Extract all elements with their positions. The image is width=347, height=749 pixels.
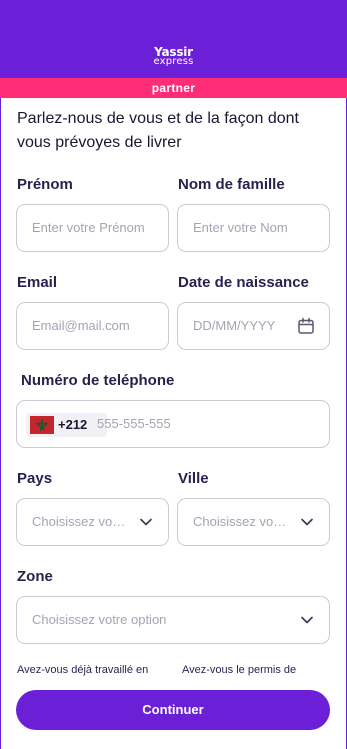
phone-label: Numéro de teléphone (21, 372, 175, 389)
logo: Yassir express (0, 46, 347, 67)
first-name-label: Prénom (17, 176, 73, 193)
left-border (0, 98, 1, 749)
first-name-field[interactable]: Enter votre Prénom (16, 204, 169, 252)
zone-placeholder: Choisissez votre option (32, 612, 167, 627)
morocco-flag-icon (30, 416, 54, 434)
phone-field[interactable]: +212 555-555-555 (16, 400, 330, 448)
birthdate-field[interactable]: DD/MM/YYYY (177, 302, 330, 350)
partner-banner: partner (0, 78, 347, 98)
header: Yassir express (0, 0, 347, 78)
phone-placeholder: 555-555-555 (97, 416, 171, 431)
city-placeholder: Choisissez votre option (193, 514, 287, 529)
question-previous-work: Avez-vous déjà travaillé en (17, 664, 149, 676)
email-field[interactable]: Email@mail.com (16, 302, 169, 350)
dial-code: +212 (58, 417, 88, 432)
country-placeholder: Choisissez votre option (32, 514, 126, 529)
zone-select[interactable]: Choisissez votre option (16, 596, 330, 644)
last-name-placeholder: Enter votre Nom (193, 220, 288, 235)
country-label: Pays (17, 470, 53, 487)
birthdate-placeholder: DD/MM/YYYY (193, 318, 276, 333)
email-label: Email (17, 274, 58, 291)
calendar-icon[interactable] (297, 317, 315, 335)
chevron-down-icon (140, 518, 152, 526)
last-name-field[interactable]: Enter votre Nom (177, 204, 330, 252)
chevron-down-icon (301, 616, 313, 624)
logo-sub: express (153, 56, 194, 67)
birthdate-label: Date de naissance (178, 274, 309, 291)
intro-text: Parlez-nous de vous et de la façon dont … (17, 110, 299, 151)
email-placeholder: Email@mail.com (32, 318, 130, 333)
city-label: Ville (178, 470, 209, 487)
question-license: Avez-vous le permis de (182, 664, 297, 676)
city-select[interactable]: Choisissez votre option (177, 498, 330, 546)
last-name-label: Nom de famille (178, 176, 285, 193)
first-name-placeholder: Enter votre Prénom (32, 220, 145, 235)
chevron-down-icon (301, 518, 313, 526)
continue-button[interactable]: Continuer (16, 690, 330, 730)
zone-label: Zone (17, 568, 53, 585)
country-code-selector[interactable]: +212 (26, 413, 107, 437)
country-select[interactable]: Choisissez votre option (16, 498, 169, 546)
